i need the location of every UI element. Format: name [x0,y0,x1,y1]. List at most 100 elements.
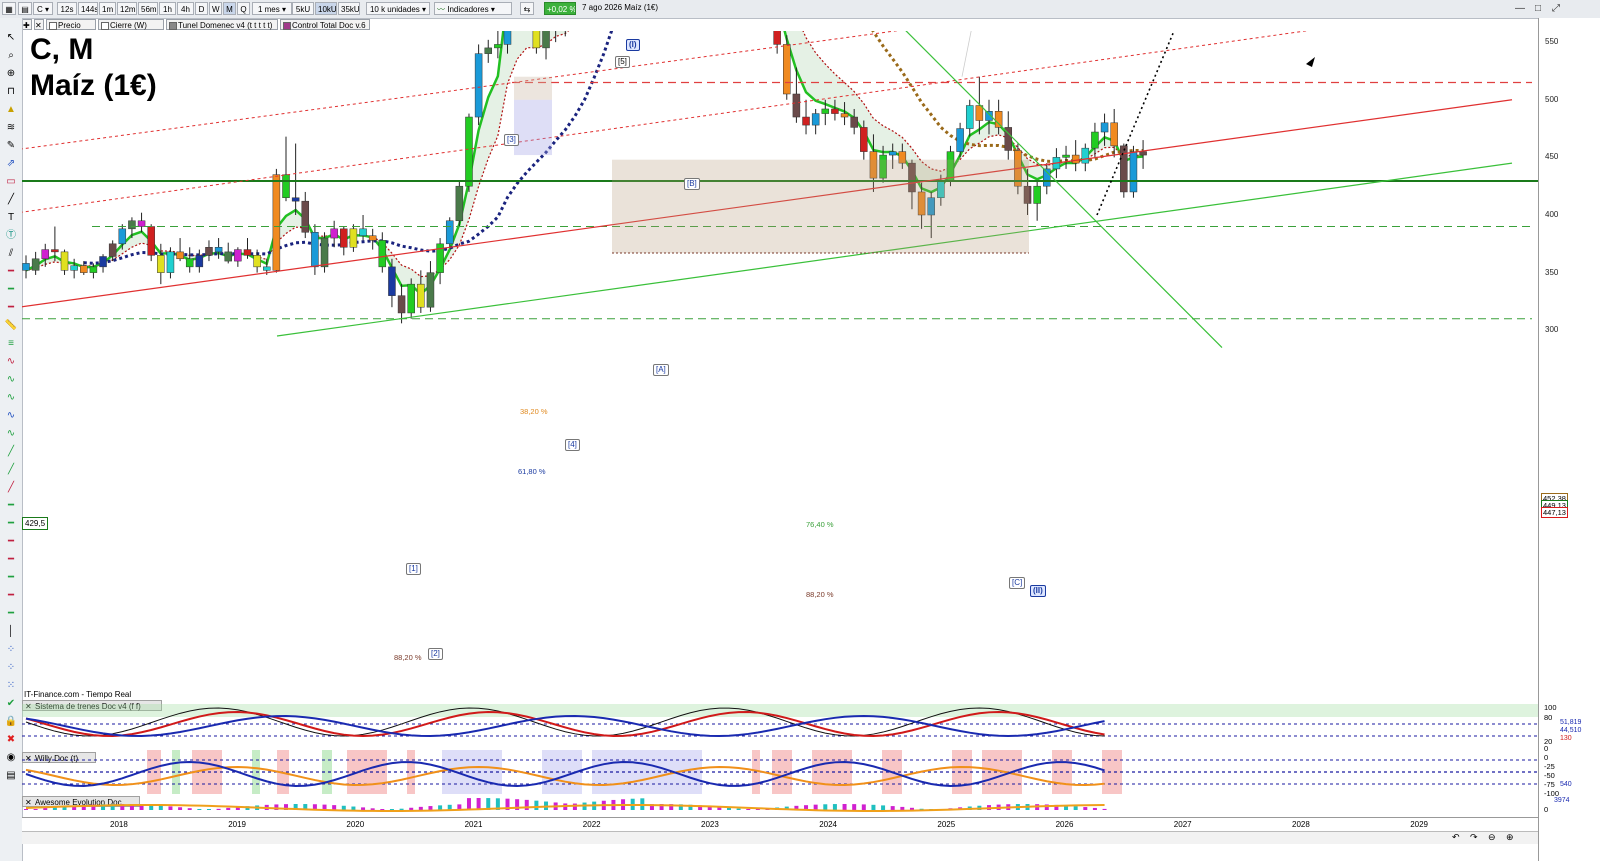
eye-icon[interactable]: ◉ [4,752,18,764]
time-axis[interactable]: 2018 2019 2020 2021 2022 2023 2024 2025 2026 2027… [22,817,1538,832]
legend-add-icon[interactable]: ✚ [22,19,32,30]
hline-red2-icon[interactable]: ━ [4,302,18,314]
bottom-scrollbar[interactable]: ↶ ↷ ⊖ ⊕ [22,831,1538,844]
hline5-icon[interactable]: ━ [4,536,18,548]
p3-histogram-bar [351,806,356,810]
ruler-icon[interactable]: 📏 [4,320,18,332]
fib-label-f1: 38,20 % [520,407,548,416]
hline9-icon[interactable]: ━ [4,608,18,620]
arrow-tool-icon[interactable]: ⇗ [4,158,18,170]
candle-body [860,127,868,152]
volume-unit-10kU[interactable]: 10kU [315,2,337,15]
hline-red-icon[interactable]: ━ [4,266,18,278]
trendline-icon[interactable]: ╱ [4,194,18,206]
volume-unit-5kU[interactable]: 5kU [292,2,314,15]
scroll-left-icon[interactable]: ↶ [1452,832,1460,843]
text-icon[interactable]: T [4,212,18,224]
compare-icon[interactable]: ⇆ [520,2,534,15]
ray-icon[interactable]: ╱ [4,446,18,458]
interval-button-1h[interactable]: 1h [159,2,176,15]
panel-willy-chart[interactable] [22,750,1538,794]
wave-label-wB[interactable]: [B] [684,178,700,190]
zoom-area-icon[interactable]: ⊕ [4,68,18,80]
zoom-out-icon[interactable]: ⊖ [1488,832,1496,843]
legend-tunel[interactable]: Tunel Domenec v4 (t t t t t) [166,19,278,30]
zoom-in-icon[interactable]: ⊕ [1506,832,1514,843]
interval-button-144s[interactable]: 144s [78,2,98,15]
wave3-icon[interactable]: ∿ [4,392,18,404]
interval-button-M[interactable]: M [223,2,236,15]
indicators-button[interactable]: 〰 Indicadores ▾ [434,2,512,15]
dots2-icon[interactable]: ⁘ [4,662,18,674]
interval-button-W[interactable]: W [209,2,222,15]
ray2-icon[interactable]: ╱ [4,464,18,476]
dots-icon[interactable]: ⁘ [4,644,18,656]
restore-icon[interactable]: ⤢ [1548,2,1564,15]
legend-close-icon[interactable]: ✕ [34,19,44,30]
volume-unit-35kU[interactable]: 35kU [338,2,360,15]
zoom-icon[interactable]: ⌕ [4,50,18,62]
interval-button-12m[interactable]: 12m [117,2,137,15]
hline4-icon[interactable]: ━ [4,518,18,530]
grid-icon[interactable]: ▦ [2,2,16,15]
hline7-icon[interactable]: ━ [4,572,18,584]
interval-button-1m[interactable]: 1m [99,2,116,15]
wave-label-w4[interactable]: [4] [565,439,580,451]
interval-button-56m[interactable]: 56m [138,2,158,15]
units-select[interactable]: 10 k unidades ▾ [366,2,430,15]
time-axis-label: 2018 [110,820,128,829]
maximize-icon[interactable]: □ [1530,2,1546,15]
wave-label-w5[interactable]: [5] [615,56,630,68]
time-axis-label: 2019 [228,820,246,829]
wave-label-w1[interactable]: (I) [626,39,640,51]
hline3-icon[interactable]: ━ [4,500,18,512]
panel-trenes-chart[interactable] [22,700,1538,747]
hline8-icon[interactable]: ━ [4,590,18,602]
p3-histogram-bar [1102,808,1107,810]
wave-label-w2[interactable]: [2] [428,648,443,660]
hline6-icon[interactable]: ━ [4,554,18,566]
wave4-icon[interactable]: ∿ [4,410,18,422]
wave-label-w2b[interactable]: (II) [1030,585,1046,597]
scroll-right-icon[interactable]: ↷ [1470,832,1478,843]
legend-close-weekly[interactable]: Cierre (W) [98,19,164,30]
layers-icon[interactable]: ▤ [4,770,18,782]
channel-icon[interactable]: ⫽ [4,248,18,260]
pen-icon[interactable]: ✎ [4,140,18,152]
interval-button-D[interactable]: D [195,2,208,15]
text-box-icon[interactable]: Ⓣ [4,230,18,242]
rectangle-icon[interactable]: ▭ [4,176,18,188]
check-icon[interactable]: ✔ [4,698,18,710]
ray3-icon[interactable]: ╱ [4,482,18,494]
delete-icon[interactable]: ✖ [4,734,18,746]
dots3-icon[interactable]: ⁙ [4,680,18,692]
hline-green-icon[interactable]: ━ [4,284,18,296]
panel-awesome-chart[interactable] [22,796,1538,816]
parallel-icon[interactable]: ≡ [4,338,18,350]
wave-label-wA[interactable]: [A] [653,364,669,376]
magnet-icon[interactable]: ⊓ [4,86,18,98]
interval-button-Q[interactable]: Q [237,2,250,15]
wave-label-w1b[interactable]: [1] [406,563,421,575]
legend-price[interactable]: Precio [46,19,96,30]
alert-icon[interactable]: ▲ [4,104,18,116]
cursor-icon[interactable]: ↖ [4,32,18,44]
symbol-select[interactable]: C ▾ [33,2,53,15]
lock-icon[interactable]: 🔒 [4,716,18,728]
period-select[interactable]: 1 mes ▾ [252,2,292,15]
wave5-icon[interactable]: ∿ [4,428,18,440]
minimize-icon[interactable]: — [1512,2,1528,15]
layout-icon[interactable]: ▤ [18,2,32,15]
price-chart-area[interactable]: C, M Maíz (1€) (I) [5] [3] [B] [A] [4] [1] [2] [… [22,31,1538,699]
candle-body [975,105,984,121]
interval-button-4h[interactable]: 4h [177,2,194,15]
vline-icon[interactable]: │ [4,626,18,638]
interval-button-12s[interactable]: 12s [57,2,77,15]
candle-body [157,255,165,273]
wave-icon[interactable]: ∿ [4,356,18,368]
wave2-icon[interactable]: ∿ [4,374,18,386]
wave-label-wC[interactable]: [C] [1009,577,1026,589]
legend-control-total[interactable]: Control Total Doc v.6 [280,19,370,30]
fib-icon[interactable]: ≋ [4,122,18,134]
wave-label-w3[interactable]: [3] [504,134,519,146]
